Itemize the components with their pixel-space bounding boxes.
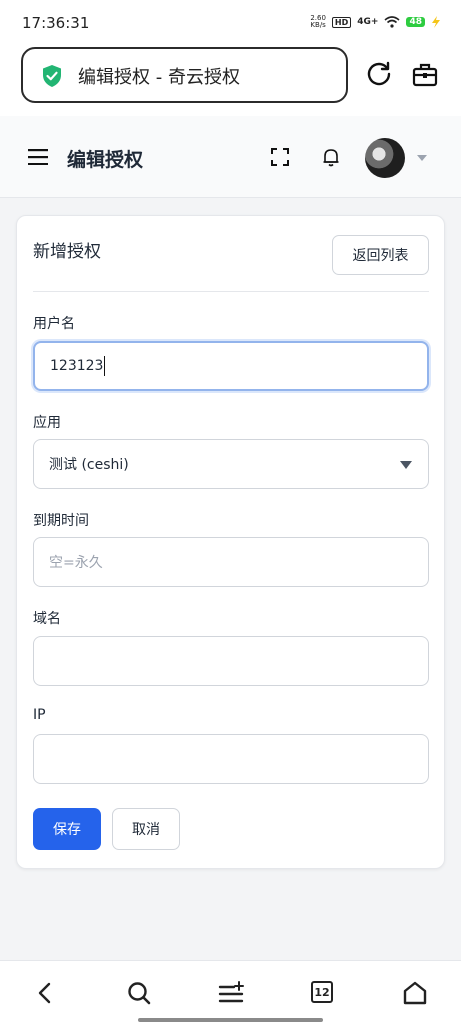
charging-icon — [432, 16, 440, 28]
status-time: 17:36:31 — [22, 14, 90, 32]
page-title: 编辑授权 — [67, 149, 144, 171]
chevron-down-icon[interactable] — [417, 155, 427, 161]
cancel-button[interactable]: 取消 — [112, 808, 180, 850]
app-select-value: 测试 (ceshi) — [49, 457, 129, 473]
home-indicator — [138, 1018, 323, 1022]
reload-icon[interactable] — [365, 60, 393, 88]
status-bar: 17:36:31 2.60 KB/s HD 4G+ 48 — [0, 0, 461, 44]
tab-count[interactable]: 12 — [311, 981, 333, 1003]
url-text: 编辑授权 - 奇云授权 — [78, 67, 240, 88]
expire-placeholder: 空=永久 — [49, 555, 103, 571]
app-header: 编辑授权 — [0, 116, 461, 198]
back-to-list-button[interactable]: 返回列表 — [332, 235, 429, 275]
address-bar[interactable]: 编辑授权 - 奇云授权 — [21, 47, 348, 103]
expire-label: 到期时间 — [33, 513, 89, 529]
menu-add-icon[interactable] — [217, 979, 245, 1007]
home-icon[interactable] — [401, 979, 429, 1007]
ip-label: IP — [33, 707, 46, 723]
save-button[interactable]: 保存 — [33, 808, 101, 850]
ip-field[interactable] — [33, 734, 429, 784]
card-title: 新增授权 — [33, 242, 101, 262]
search-icon[interactable] — [125, 979, 153, 1007]
net-speed: 2.60 KB/s — [310, 14, 326, 29]
dropdown-arrow-icon — [400, 461, 412, 469]
menu-icon[interactable] — [28, 149, 48, 165]
domain-field[interactable] — [33, 636, 429, 686]
divider — [33, 291, 429, 292]
username-value: 123123 — [50, 358, 104, 374]
avatar[interactable] — [365, 138, 405, 178]
status-icons: 2.60 KB/s HD 4G+ 48 — [310, 15, 441, 29]
fullscreen-icon[interactable] — [271, 148, 289, 166]
form-card: 新增授权 返回列表 用户名 123123 应用 测试 (ceshi) 到期时间 … — [16, 215, 445, 869]
username-label: 用户名 — [33, 316, 75, 332]
text-cursor — [104, 356, 106, 376]
wifi-icon — [384, 16, 400, 28]
bottom-nav: 12 — [0, 960, 461, 1024]
app-select[interactable]: 测试 (ceshi) — [33, 439, 429, 489]
battery-badge: 48 — [406, 17, 425, 27]
bell-icon[interactable] — [321, 147, 341, 167]
expire-field[interactable]: 空=永久 — [33, 537, 429, 587]
hd-badge: HD — [331, 16, 352, 28]
toolbox-icon[interactable] — [411, 61, 439, 89]
app-label: 应用 — [33, 415, 61, 431]
shield-check-icon — [43, 65, 61, 87]
domain-label: 域名 — [33, 611, 61, 627]
back-arrow-icon[interactable] — [32, 979, 60, 1007]
signal-label: 4G+ — [357, 17, 379, 27]
browser-bar: 编辑授权 - 奇云授权 — [0, 44, 461, 116]
username-field[interactable]: 123123 — [33, 341, 429, 391]
